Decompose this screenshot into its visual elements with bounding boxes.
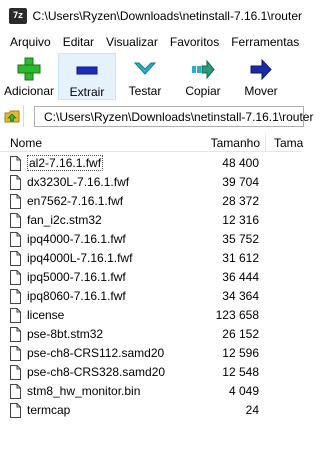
file-size: 26 152 <box>222 327 259 341</box>
file-name: ipq5000-7.16.1.fwf <box>27 270 126 284</box>
path-input[interactable]: C:\Users\Ryzen\Downloads\netinstall-7.16… <box>34 106 313 127</box>
file-name: termcap <box>27 403 71 417</box>
add-button[interactable]: Adicionar <box>0 53 58 100</box>
file-name: en7562-7.16.1.fwf <box>27 194 124 208</box>
7zip-app-icon: 7z <box>9 8 27 24</box>
column-divider[interactable] <box>265 134 266 152</box>
up-folder-icon <box>4 110 19 123</box>
file-icon <box>10 327 21 342</box>
file-name: pse-ch8-CRS328.samd20 <box>27 365 166 379</box>
toolbar: Adicionar Extrair Testar Copiar Mover <box>0 53 302 100</box>
copy-button-label: Copiar <box>185 84 221 98</box>
column-name-header[interactable]: Nome <box>10 136 42 150</box>
file-size: 123 658 <box>215 308 259 322</box>
file-name: al2-7.16.1.fwf <box>27 155 104 171</box>
file-icon <box>10 213 21 228</box>
extract-button[interactable]: Extrair <box>58 53 116 100</box>
file-size: 4 049 <box>228 384 259 398</box>
menu-editar[interactable]: Editar <box>57 35 100 49</box>
menu-arquivo[interactable]: Arquivo <box>0 35 57 49</box>
file-row[interactable]: ipq4000L-7.16.1.fwf 31 612 <box>0 249 302 268</box>
file-name: pse-ch8-CRS112.samd20 <box>27 346 165 360</box>
menu-visualizar[interactable]: Visualizar <box>100 35 164 49</box>
extract-button-label: Extrair <box>69 85 105 99</box>
file-icon <box>10 270 21 285</box>
move-button-label: Mover <box>244 84 278 98</box>
file-size: 48 400 <box>222 156 259 170</box>
plus-icon <box>17 57 41 81</box>
copy-button[interactable]: Copiar <box>174 53 232 100</box>
file-row[interactable]: en7562-7.16.1.fwf 28 372 <box>0 192 302 211</box>
file-icon <box>10 289 21 304</box>
file-size: 12 548 <box>222 365 259 379</box>
file-list: al2-7.16.1.fwf 48 400 dx3230L-7.16.1.fwf… <box>0 154 302 420</box>
test-button[interactable]: Testar <box>116 53 174 100</box>
file-row[interactable]: dx3230L-7.16.1.fwf 39 704 <box>0 173 302 192</box>
check-icon <box>133 62 157 75</box>
test-button-label: Testar <box>128 84 162 98</box>
file-icon <box>10 175 21 190</box>
file-row[interactable]: al2-7.16.1.fwf 48 400 <box>0 154 302 173</box>
up-folder-button[interactable] <box>0 105 24 127</box>
file-row[interactable]: termcap 24 <box>0 401 302 420</box>
file-name: fan_i2c.stm32 <box>27 213 102 227</box>
file-size: 12 596 <box>222 346 259 360</box>
file-size: 12 316 <box>222 213 259 227</box>
file-name: ipq4000L-7.16.1.fwf <box>27 251 133 265</box>
file-row[interactable]: ipq5000-7.16.1.fwf 36 444 <box>0 268 302 287</box>
file-size: 24 <box>245 403 259 417</box>
file-size: 36 444 <box>222 270 259 284</box>
minus-icon <box>76 66 98 75</box>
file-name: pse-8bt.stm32 <box>27 327 104 341</box>
file-row[interactable]: ipq4000-7.16.1.fwf 35 752 <box>0 230 302 249</box>
menu-favoritos[interactable]: Favoritos <box>164 35 225 49</box>
file-icon <box>10 156 21 171</box>
file-row[interactable]: license 123 658 <box>0 306 302 325</box>
file-size: 34 364 <box>222 289 259 303</box>
add-button-label: Adicionar <box>3 84 55 98</box>
window-title: C:\Users\Ryzen\Downloads\netinstall-7.16… <box>32 9 302 23</box>
file-icon <box>10 365 21 380</box>
menu-bar: Arquivo Editar Visualizar Favoritos Ferr… <box>0 32 302 52</box>
file-icon <box>10 346 21 361</box>
move-arrow-icon <box>250 58 272 81</box>
column-packed-size-header[interactable]: Tama <box>274 136 303 150</box>
file-icon <box>10 194 21 209</box>
file-row[interactable]: pse-8bt.stm32 26 152 <box>0 325 302 344</box>
file-row[interactable]: pse-ch8-CRS112.samd20 12 596 <box>0 344 302 363</box>
file-name: license <box>27 308 65 322</box>
file-icon <box>10 251 21 266</box>
file-size: 31 612 <box>222 251 259 265</box>
column-size-header[interactable]: Tamanho <box>180 136 260 150</box>
path-text: C:\Users\Ryzen\Downloads\netinstall-7.16… <box>44 109 314 124</box>
file-row[interactable]: fan_i2c.stm32 12 316 <box>0 211 302 230</box>
file-size: 39 704 <box>222 175 259 189</box>
file-size: 28 372 <box>222 194 259 208</box>
file-icon <box>10 403 21 418</box>
file-row[interactable]: pse-ch8-CRS328.samd20 12 548 <box>0 363 302 382</box>
move-button[interactable]: Mover <box>232 53 290 100</box>
file-name: ipq8060-7.16.1.fwf <box>27 289 126 303</box>
column-header: Nome Tamanho Tama <box>0 134 303 152</box>
file-name: stm8_hw_monitor.bin <box>27 384 141 398</box>
file-icon <box>10 232 21 247</box>
file-size: 35 752 <box>222 232 259 246</box>
file-row[interactable]: stm8_hw_monitor.bin 4 049 <box>0 382 302 401</box>
file-name: dx3230L-7.16.1.fwf <box>27 175 130 189</box>
file-name: ipq4000-7.16.1.fwf <box>27 232 126 246</box>
title-bar: 7z C:\Users\Ryzen\Downloads\netinstall-7… <box>0 0 302 32</box>
menu-ferramentas[interactable]: Ferramentas <box>225 35 305 49</box>
file-row[interactable]: ipq8060-7.16.1.fwf 34 364 <box>0 287 302 306</box>
file-icon <box>10 384 21 399</box>
copy-arrow-icon <box>192 59 215 80</box>
address-bar: C:\Users\Ryzen\Downloads\netinstall-7.16… <box>0 104 313 128</box>
file-icon <box>10 308 21 323</box>
